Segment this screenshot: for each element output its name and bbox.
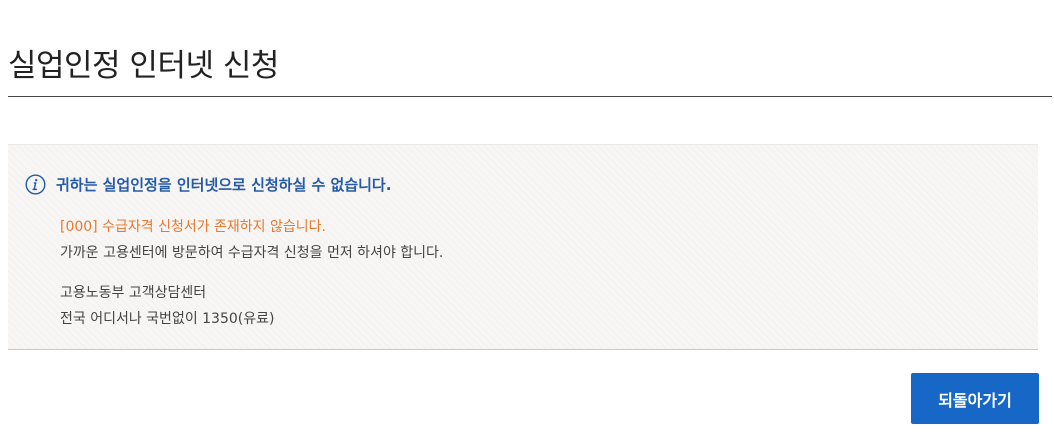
- notice-header: 귀하는 실업인정을 인터넷으로 신청하실 수 없습니다.: [25, 171, 391, 197]
- title-divider: [8, 96, 1052, 97]
- error-message: [000] 수급자격 신청서가 존재하지 않습니다.: [60, 219, 326, 235]
- contact-center-name: 고용노동부 고객상담센터: [60, 285, 207, 301]
- guide-message: 가까운 고용센터에 방문하여 수급자격 신청을 먼저 하셔야 합니다.: [60, 245, 444, 261]
- notice-box: 귀하는 실업인정을 인터넷으로 신청하실 수 없습니다. [000] 수급자격 …: [8, 144, 1038, 350]
- notice-heading: 귀하는 실업인정을 인터넷으로 신청하실 수 없습니다.: [56, 175, 392, 194]
- back-button[interactable]: 되돌아가기: [911, 373, 1039, 424]
- info-icon: [25, 173, 46, 195]
- page-title: 실업인정 인터넷 신청: [8, 48, 279, 84]
- contact-phone: 전국 어디서나 국번없이 1350(유료): [60, 311, 275, 327]
- page: 실업인정 인터넷 신청 귀하는 실업인정을 인터넷으로 신청하실 수 없습니다.…: [0, 0, 1054, 441]
